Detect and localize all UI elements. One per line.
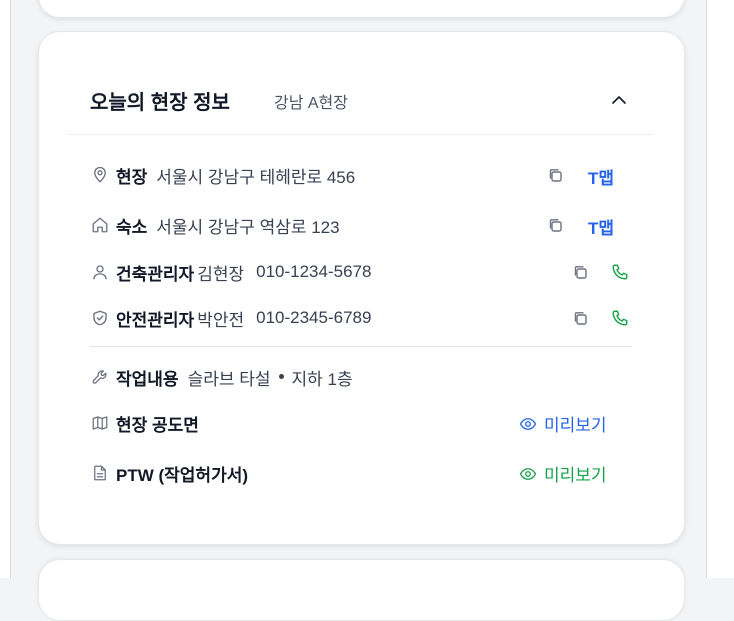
previous-card	[38, 0, 685, 18]
copy-icon	[549, 219, 562, 232]
safety-manager-label: 안전관리자	[116, 310, 195, 330]
scrollbar-track[interactable]	[706, 0, 734, 578]
chevron-up-icon	[612, 95, 626, 104]
work-row: 작업내용 슬라브 타설 지하 1층	[90, 365, 353, 389]
user-icon	[90, 262, 110, 282]
construction-manager-phone: 010-1234-5678	[256, 262, 372, 281]
copy-safety-manager-phone-button[interactable]	[570, 308, 590, 328]
collapse-button[interactable]	[606, 88, 632, 110]
home-icon	[90, 215, 110, 235]
construction-manager-name: 김현장	[197, 264, 245, 284]
work-label: 작업내용	[116, 369, 179, 389]
eye-icon	[518, 414, 538, 434]
site-drawing-row: 현장 공도면	[90, 411, 208, 435]
site-drawing-label: 현장 공도면	[116, 415, 199, 435]
copy-icon	[574, 266, 587, 279]
wrench-icon	[90, 367, 110, 387]
document-icon	[90, 463, 110, 483]
separator-dot	[278, 373, 284, 379]
copy-construction-manager-phone-button[interactable]	[570, 262, 590, 282]
left-frame	[0, 0, 11, 578]
card-title: 오늘의 현장 정보	[90, 92, 230, 114]
lodging-address: 서울시 강남구 역삼로 123	[156, 217, 340, 237]
shield-check-icon	[90, 308, 110, 328]
next-card	[38, 559, 685, 621]
site-drawing-preview-label: 미리보기	[544, 416, 607, 435]
safety-manager-phone: 010-2345-6789	[256, 308, 372, 327]
ptw-preview-label: 미리보기	[544, 466, 607, 485]
call-safety-manager-button[interactable]	[609, 308, 631, 328]
site-row: 현장 서울시 강남구 테헤란로 456	[90, 163, 355, 187]
construction-manager-label: 건축관리자	[116, 264, 195, 284]
ptw-row: PTW (작업허가서)	[90, 461, 257, 485]
lodging-tmap-link[interactable]: T맵	[588, 214, 614, 239]
work-task: 슬라브 타설	[187, 369, 271, 389]
lodging-row: 숙소 서울시 강남구 역삼로 123	[90, 213, 340, 237]
map-icon	[90, 413, 110, 433]
site-tmap-link[interactable]: T맵	[588, 164, 614, 189]
safety-manager-name: 박안전	[197, 310, 245, 330]
eye-icon	[518, 464, 538, 484]
copy-icon	[574, 312, 587, 325]
call-construction-manager-button[interactable]	[609, 262, 631, 282]
construction-manager-row: 건축관리자 김현장 010-1234-5678	[90, 260, 371, 284]
phone-icon	[612, 310, 628, 326]
copy-icon	[549, 169, 562, 182]
phone-icon	[612, 264, 628, 280]
copy-lodging-address-button[interactable]	[545, 215, 565, 235]
site-address: 서울시 강남구 테헤란로 456	[156, 167, 356, 187]
safety-manager-row: 안전관리자 박안전 010-2345-6789	[90, 306, 371, 330]
lodging-label: 숙소	[116, 217, 148, 237]
header-divider	[68, 134, 654, 135]
site-drawing-preview-button[interactable]: 미리보기	[518, 411, 607, 436]
card-subtitle: 강남 A현장	[274, 95, 348, 112]
section-divider	[90, 346, 632, 347]
ptw-label: PTW (작업허가서)	[116, 465, 249, 485]
copy-site-address-button[interactable]	[545, 165, 565, 185]
ptw-preview-button[interactable]: 미리보기	[518, 461, 607, 486]
map-pin-icon	[90, 165, 110, 185]
work-location: 지하 1층	[291, 369, 353, 389]
site-label: 현장	[116, 167, 148, 187]
